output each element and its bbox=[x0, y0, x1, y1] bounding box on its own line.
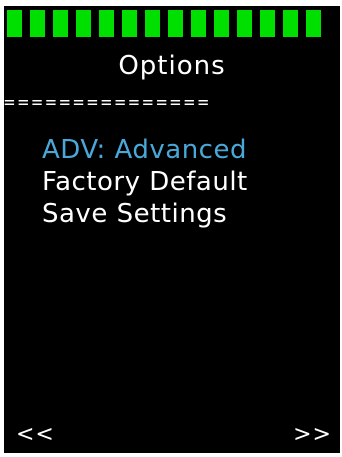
progress-segment bbox=[260, 10, 275, 37]
progress-segment bbox=[283, 10, 298, 37]
menu-item-save-settings[interactable]: Save Settings bbox=[42, 198, 248, 230]
progress-segment bbox=[191, 10, 206, 37]
device-screen: Options =============== ADV: Advanced Fa… bbox=[4, 6, 340, 453]
options-menu: ADV: Advanced Factory Default Save Setti… bbox=[42, 134, 248, 230]
menu-item-factory-default[interactable]: Factory Default bbox=[42, 166, 248, 198]
next-button[interactable]: >> bbox=[293, 422, 332, 447]
progress-segment bbox=[214, 10, 229, 37]
progress-segment bbox=[122, 10, 137, 37]
progress-segment bbox=[7, 10, 22, 37]
previous-button[interactable]: << bbox=[16, 422, 55, 447]
progress-segment bbox=[53, 10, 68, 37]
divider: =============== bbox=[4, 93, 212, 113]
menu-item-advanced[interactable]: ADV: Advanced bbox=[42, 134, 248, 166]
progress-bar bbox=[7, 10, 321, 37]
progress-segment bbox=[306, 10, 321, 37]
page-title: Options bbox=[118, 51, 226, 81]
progress-segment bbox=[145, 10, 160, 37]
progress-segment bbox=[76, 10, 91, 37]
progress-segment bbox=[99, 10, 114, 37]
progress-segment bbox=[237, 10, 252, 37]
progress-segment bbox=[30, 10, 45, 37]
progress-segment bbox=[168, 10, 183, 37]
